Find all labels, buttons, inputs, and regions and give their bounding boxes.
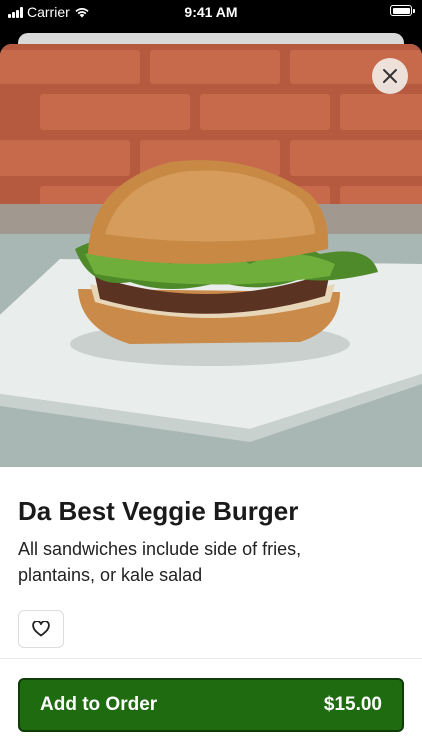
order-price: $15.00 (323, 694, 382, 715)
battery-icon (390, 5, 415, 16)
item-description: All sandwiches include side of fries, pl… (18, 539, 302, 585)
item-photo (0, 44, 422, 467)
item-detail-sheet: Da Best Veggie Burger All sandwiches inc… (0, 44, 422, 750)
close-icon (383, 69, 397, 83)
item-title: Da Best Veggie Burger (18, 496, 299, 526)
close-button[interactable] (372, 58, 408, 94)
status-time: 9:41 AM (184, 4, 238, 20)
add-to-order-button[interactable]: Add to Order $15.00 (18, 678, 404, 732)
status-bar: Carrier 9:41 AM (0, 0, 422, 24)
add-to-order-label: Add to Order (40, 694, 158, 715)
heart-icon (32, 621, 50, 637)
divider (0, 658, 422, 659)
favorite-button[interactable] (18, 610, 64, 648)
burger-photo (0, 44, 422, 467)
